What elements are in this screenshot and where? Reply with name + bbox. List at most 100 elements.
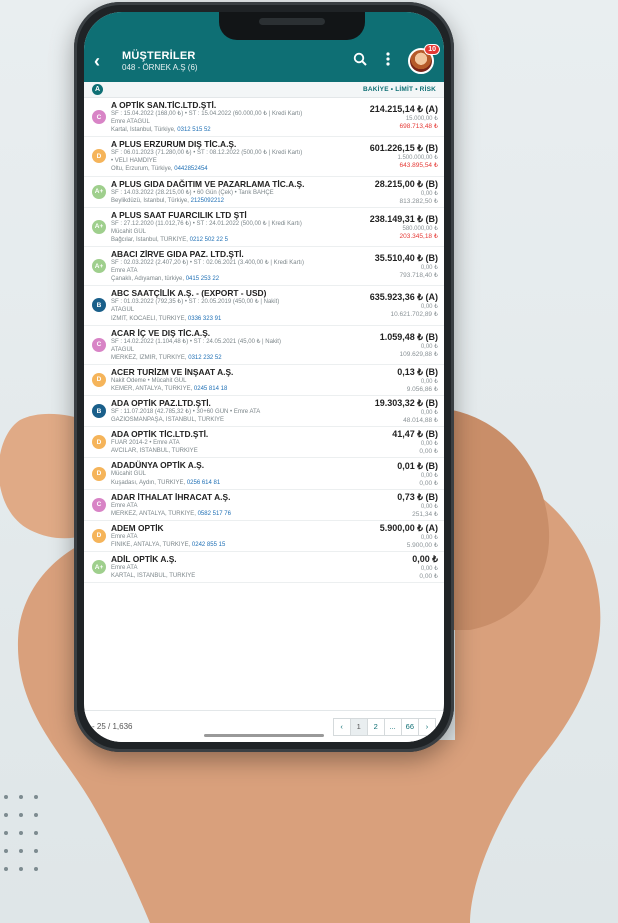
limit-value: 0,00 ₺ bbox=[420, 503, 438, 510]
customer-list: C A OPTİK SAN.TİC.LTD.ŞTİ. SF : 15.04.2022… bbox=[84, 98, 444, 710]
phone-link[interactable]: 0212 502 22 5 bbox=[190, 237, 228, 243]
customer-info: ADA OPTİK PAZ.LTD.ŞTİ. SF : 11.07.2018 (4… bbox=[111, 398, 352, 424]
page-title: MÜŞTERİLER bbox=[122, 50, 196, 62]
balance-block: 19.303,32 ₺ (B) 0,00 ₺ 48.014,88 ₺ bbox=[352, 398, 438, 424]
limit-value: 0,00 ₺ bbox=[420, 410, 438, 417]
user-avatar[interactable]: 10 bbox=[408, 44, 440, 74]
customer-info: ADAR İTHALAT İHRACAT A.Ş. Emre ATA MERKEZ,… bbox=[111, 492, 352, 518]
speaker-grille bbox=[259, 18, 325, 25]
more-vert-icon[interactable] bbox=[374, 52, 402, 70]
phone-link[interactable]: 0582 517 76 bbox=[198, 511, 231, 517]
sales-info: FUAR 2014-2 • Emre ATA bbox=[111, 440, 180, 447]
sales-info: Mücahit GÜL bbox=[111, 471, 147, 478]
sales-info: Emre ATA bbox=[111, 533, 138, 540]
customer-row[interactable]: A+ ABACI ZİRVE GIDA PAZ. LTD.ŞTİ. SF : 02.… bbox=[84, 247, 444, 287]
customer-name: ADAR İTHALAT İHRACAT A.Ş. bbox=[111, 491, 231, 502]
phone-link[interactable]: 0415 253 22 bbox=[186, 276, 219, 282]
customer-row[interactable]: B ABC SAATÇİLİK A.Ş. - (EXPORT - USD) SF :… bbox=[84, 286, 444, 326]
prev-page-button[interactable]: ‹ bbox=[332, 717, 351, 736]
customer-name: ADADÜNYA OPTİK A.Ş. bbox=[111, 460, 205, 471]
grade-badge: D bbox=[92, 149, 106, 164]
address: Bağcılar, İstanbul, TÜRKİYE, bbox=[111, 236, 188, 243]
balance-block: 238.149,31 ₺ (B) 580.000,00 ₺ 203.345,18 ₺ bbox=[352, 214, 438, 240]
risk-value: 0,00 ₺ bbox=[419, 448, 438, 456]
customer-row[interactable]: D ADEM OPTİK Emre ATA FİNİKE, ANTALYA, TÜRK… bbox=[84, 521, 444, 552]
customer-row[interactable]: C ADAR İTHALAT İHRACAT A.Ş. Emre ATA MERKEZ… bbox=[84, 490, 444, 521]
phone-link[interactable]: 2125092212 bbox=[191, 198, 224, 204]
phone-link[interactable]: 0336 323 91 bbox=[188, 316, 221, 322]
customer-row[interactable]: D A PLUS ERZURUM DIŞ TİC.A.Ş. SF : 06.01.2… bbox=[84, 137, 444, 177]
contact-person: Mücahit GÜL bbox=[111, 228, 147, 235]
customer-name: ABACI ZİRVE GIDA PAZ. LTD.ŞTİ. bbox=[111, 249, 244, 260]
customer-row[interactable]: A+ A PLUS SAAT FUARCILIK LTD ŞTİ SF : 27.1… bbox=[84, 208, 444, 248]
balance-value: 0,01 ₺ (B) bbox=[397, 460, 438, 471]
risk-value: 9.056,86 ₺ bbox=[406, 385, 438, 393]
address-line: Bağcılar, İstanbul, TÜRKİYE, 0212 502 22… bbox=[111, 236, 352, 244]
sales-info: SF : 15.04.2022 (168,00 ₺) • ST : 15.04.… bbox=[111, 111, 303, 117]
page-button-2[interactable]: 2 bbox=[366, 717, 385, 736]
grade-badge: D bbox=[92, 528, 106, 543]
address-line: FİNİKE, ANTALYA, TÜRKİYE, 0242 855 15 bbox=[111, 541, 352, 549]
grade-badge: A+ bbox=[92, 184, 106, 199]
limit-value: 1.500.000,00 ₺ bbox=[397, 155, 438, 162]
phone-link[interactable]: 0242 855 15 bbox=[192, 542, 225, 548]
risk-value: 698.713,48 ₺ bbox=[399, 123, 438, 131]
customer-row[interactable]: D ADA OPTİK TİC.LTD.ŞTİ. FUAR 2014-2 • Emr… bbox=[84, 427, 444, 459]
page-button-1[interactable]: 1 bbox=[349, 717, 368, 736]
address: FİNİKE, ANTALYA, TÜRKİYE, bbox=[111, 541, 191, 548]
customer-row[interactable]: D ACER TURİZM VE İNŞAAT A.Ş. Nakit Ödeme •… bbox=[84, 365, 444, 397]
balance-value: 238.149,31 ₺ (B) bbox=[369, 213, 438, 224]
column-header: BAKİYE • LİMİT • RİSK bbox=[362, 86, 436, 93]
address: MERKEZ, ANTALYA, TÜRKİYE, bbox=[111, 510, 196, 517]
balance-block: 635.923,36 ₺ (A) 0,00 ₺ 10.621.702,89 ₺ bbox=[352, 292, 438, 318]
customer-info: ACER TURİZM VE İNŞAAT A.Ş. Nakit Ödeme • … bbox=[111, 367, 352, 393]
grade-badge: C bbox=[92, 497, 106, 512]
address-line: Kartal, İstanbul, Türkiye, 0312 515 52 bbox=[111, 126, 352, 134]
risk-value: 48.014,88 ₺ bbox=[403, 417, 438, 425]
grade-badge: B bbox=[92, 298, 106, 313]
phone-link[interactable]: 0245 814 18 bbox=[194, 386, 227, 392]
phone-link[interactable]: 0442852454 bbox=[174, 166, 207, 172]
next-page-button[interactable]: › bbox=[418, 717, 436, 736]
phone-link[interactable]: 0312 232 52 bbox=[188, 355, 221, 361]
customer-name: ACER TURİZM VE İNŞAAT A.Ş. bbox=[111, 366, 234, 377]
address: GAZİOSMANPAŞA, İSTANBUL, TÜRKİYE bbox=[111, 417, 225, 424]
customer-row[interactable]: C A OPTİK SAN.TİC.LTD.ŞTİ. SF : 15.04.2022… bbox=[84, 98, 444, 138]
limit-value: 0,00 ₺ bbox=[420, 534, 438, 541]
address: Beylikdüzü, İstanbul, Türkiye, bbox=[111, 197, 189, 204]
balance-block: 35.510,40 ₺ (B) 0,00 ₺ 793.718,40 ₺ bbox=[352, 253, 438, 279]
grade-badge: B bbox=[92, 404, 106, 419]
risk-value: 0,00 ₺ bbox=[419, 573, 438, 581]
grade-badge: D bbox=[92, 435, 106, 450]
limit-value: 0,00 ₺ bbox=[420, 190, 438, 197]
customer-info: ABACI ZİRVE GIDA PAZ. LTD.ŞTİ. SF : 02.03… bbox=[111, 249, 352, 283]
balance-value: 35.510,40 ₺ (B) bbox=[374, 253, 438, 264]
customer-name: A PLUS ERZURUM DIŞ TİC.A.Ş. bbox=[111, 139, 237, 150]
balance-value: 28.215,00 ₺ (B) bbox=[374, 178, 438, 189]
customer-row[interactable]: C ACAR İÇ VE DIŞ TİC.A.Ş. SF : 14.02.2022 … bbox=[84, 326, 444, 365]
customer-row[interactable]: D ADADÜNYA OPTİK A.Ş. Mücahit GÜL Kuşadası,… bbox=[84, 458, 444, 490]
customer-row[interactable]: A+ A PLUS GIDA DAĞITIM VE PAZARLAMA TİC.A… bbox=[84, 177, 444, 208]
address-line: Çanaklı, Adıyaman, türkiye, 0415 253 22 bbox=[111, 275, 352, 283]
search-icon[interactable] bbox=[346, 52, 374, 70]
address: Oltu, Erzurum, Türkiye, bbox=[111, 166, 173, 173]
customer-info: A PLUS GIDA DAĞITIM VE PAZARLAMA TİC.A.Ş… bbox=[111, 179, 352, 205]
customer-name: A PLUS SAAT FUARCILIK LTD ŞTİ bbox=[111, 209, 247, 220]
customer-info: ADADÜNYA OPTİK A.Ş. Mücahit GÜL Kuşadası, … bbox=[111, 460, 352, 486]
customer-row[interactable]: A+ ADİL OPTİK A.Ş. Emre ATA KARTAL, İSTANBU… bbox=[84, 552, 444, 584]
back-arrow-icon[interactable]: ‹ bbox=[94, 51, 116, 72]
customer-info: ADEM OPTİK Emre ATA FİNİKE, ANTALYA, TÜRKİ… bbox=[111, 523, 352, 549]
grade-badge: A+ bbox=[92, 560, 106, 575]
contact-person: ATAGÜL bbox=[111, 346, 135, 353]
balance-block: 0,01 ₺ (B) 0,00 ₺ 0,00 ₺ bbox=[352, 461, 438, 487]
address-line: Beylikdüzü, İstanbul, Türkiye, 212509221… bbox=[111, 197, 352, 205]
phone-link[interactable]: 0256 614 81 bbox=[187, 480, 220, 486]
address: Kartal, İstanbul, Türkiye, bbox=[111, 127, 176, 134]
address-line: Oltu, Erzurum, Türkiye, 0442852454 bbox=[111, 165, 352, 173]
contact-person: • VELİ HAMDİYE bbox=[111, 158, 157, 165]
customer-row[interactable]: B ADA OPTİK PAZ.LTD.ŞTİ. SF : 11.07.2018 (… bbox=[84, 396, 444, 428]
phone-link[interactable]: 0312 515 52 bbox=[177, 127, 210, 133]
phone-screen: ‹ MÜŞTERİLER 048 - ÖRNEK A.Ş (6) 10 A BA… bbox=[84, 12, 444, 742]
balance-value: 0,13 ₺ (B) bbox=[397, 366, 438, 377]
page-button-66[interactable]: 66 bbox=[400, 717, 419, 736]
